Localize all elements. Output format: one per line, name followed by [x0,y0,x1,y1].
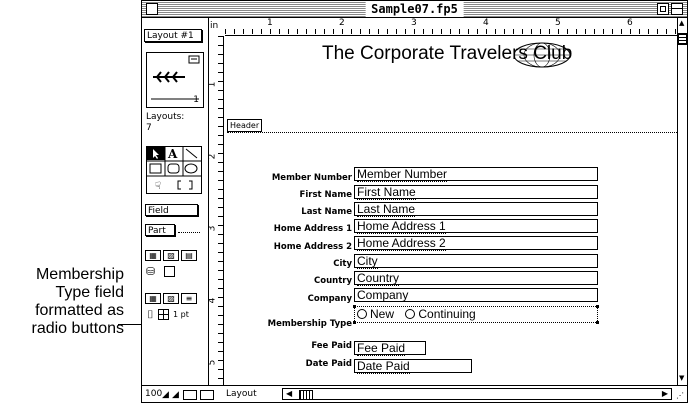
header-part-boundary [227,132,677,133]
label-membership-type: Membership Type [267,319,352,329]
status-area-toggle-icon[interactable] [183,390,197,400]
zoom-box-icon[interactable] [657,3,669,15]
zoom-level[interactable]: 100 [145,389,162,400]
scroll-down-icon[interactable]: ▼ [679,374,684,382]
callout-line-2: Type field [55,284,124,301]
status-area: Layout #1 1 Layouts: 7 A ☟ Field Part ▦ … [142,18,209,385]
field-first-name[interactable]: First Name [354,185,598,200]
label-home-address-2: Home Address 2 [273,242,352,252]
callout-line-4: radio buttons [31,320,124,337]
globe-logo-icon [512,41,572,73]
field-date-paid-value: Date Paid [357,359,410,374]
label-fee-paid: Fee Paid [311,341,352,351]
layouts-count: 7 [146,123,152,133]
field-country-value: Country [357,271,400,286]
book-page-number: 1 [193,95,199,105]
selection-handle[interactable] [596,321,599,324]
field-fee-paid[interactable]: Fee Paid [354,341,426,356]
label-company: Company [307,294,352,304]
field-home-address-1[interactable]: Home Address 1 [354,219,598,234]
book-icon[interactable]: 1 [146,52,204,108]
scroll-right-icon[interactable]: ▶ [662,389,668,398]
mode-label[interactable]: Layout [226,389,257,400]
field-home-address-2-value: Home Address 2 [357,236,446,251]
callout-line-1: Membership [35,266,124,283]
field-member-number[interactable]: Member Number [354,167,598,182]
horizontal-scrollbar[interactable]: ◀ ▶ [282,388,672,400]
label-date-paid: Date Paid [305,359,352,369]
window-title: Sample07.fp5 [365,1,464,17]
ruler-unit-label[interactable]: in [210,21,218,32]
close-box-icon[interactable] [146,3,158,15]
h-ruler-number: 6 [627,18,633,28]
radio-button-icon[interactable] [357,309,367,319]
field-membership-type[interactable]: New Continuing [354,306,598,323]
h-ruler-number: 2 [339,18,345,28]
scroll-thumb[interactable] [678,33,687,45]
field-fee-paid-value: Fee Paid [357,341,406,356]
vertical-scrollbar[interactable]: ▲ ▼ [677,18,687,385]
v-ruler-number: 2 [207,153,218,160]
filemaker-window: Sample07.fp5 Layout #1 1 Layouts: 7 A ☟ … [141,0,688,403]
field-country[interactable]: Country [354,271,598,286]
field-first-name-value: First Name [357,185,416,200]
label-home-address-1: Home Address 1 [273,224,352,234]
radio-option-new-label: New [370,307,395,321]
label-city: City [333,259,352,269]
h-ruler-number: 5 [555,18,561,28]
collapse-box-icon[interactable] [671,3,683,15]
field-last-name-value: Last Name [357,202,416,217]
radio-option-continuing-label: Continuing [418,307,476,321]
h-ruler-number: 4 [483,18,489,28]
field-company[interactable]: Company [354,288,598,302]
label-first-name: First Name [299,190,352,200]
layouts-label: Layouts: [146,112,185,122]
resize-grip-icon[interactable]: ⋰ [676,391,684,400]
callout-line-3: formatted as [35,302,124,319]
svg-text:A: A [167,147,178,161]
field-company-value: Company [357,288,409,302]
h-ruler-number: 3 [411,18,417,28]
field-member-number-value: Member Number [357,167,448,182]
field-city-value: City [357,254,378,269]
radio-option-new[interactable]: New [357,307,394,321]
selection-handle[interactable] [353,305,356,308]
zoom-out-icon[interactable]: ◢ [162,390,169,400]
scroll-left-icon[interactable]: ◀ [286,389,292,398]
field-date-paid[interactable]: Date Paid [354,359,472,374]
callout-caption: Membership Type field formatted as radio… [0,266,124,338]
title-bar[interactable]: Sample07.fp5 [142,1,687,18]
layout-popup[interactable]: Layout #1 [144,29,202,42]
field-home-address-1-value: Home Address 1 [357,219,446,234]
field-home-address-2[interactable]: Home Address 2 [354,236,598,251]
v-ruler-number: 1 [207,81,218,88]
horizontal-ruler: 1 2 3 4 5 6 [225,18,677,36]
label-country: Country [314,276,352,286]
selection-handle[interactable] [596,305,599,308]
label-last-name: Last Name [301,207,352,217]
tool-palette: A ☟ [146,146,202,194]
label-member-number: Member Number [271,173,352,183]
radio-button-icon[interactable] [405,309,416,319]
field-last-name[interactable]: Last Name [354,202,598,217]
scroll-up-icon[interactable]: ▲ [679,19,684,27]
h-ruler-number: 1 [267,18,273,28]
field-city[interactable]: City [354,254,598,269]
selection-handle[interactable] [353,321,356,324]
h-scroll-thumb[interactable] [299,390,313,400]
mode-menu-icon[interactable] [200,390,214,400]
header-part-tab[interactable]: Header [227,119,263,132]
radio-option-continuing[interactable]: Continuing [405,307,476,321]
zoom-in-icon[interactable]: ◢ [172,390,179,400]
bottom-bar: 100 ◢ ◢ Layout ◀ ▶ ⋰ [142,385,687,402]
